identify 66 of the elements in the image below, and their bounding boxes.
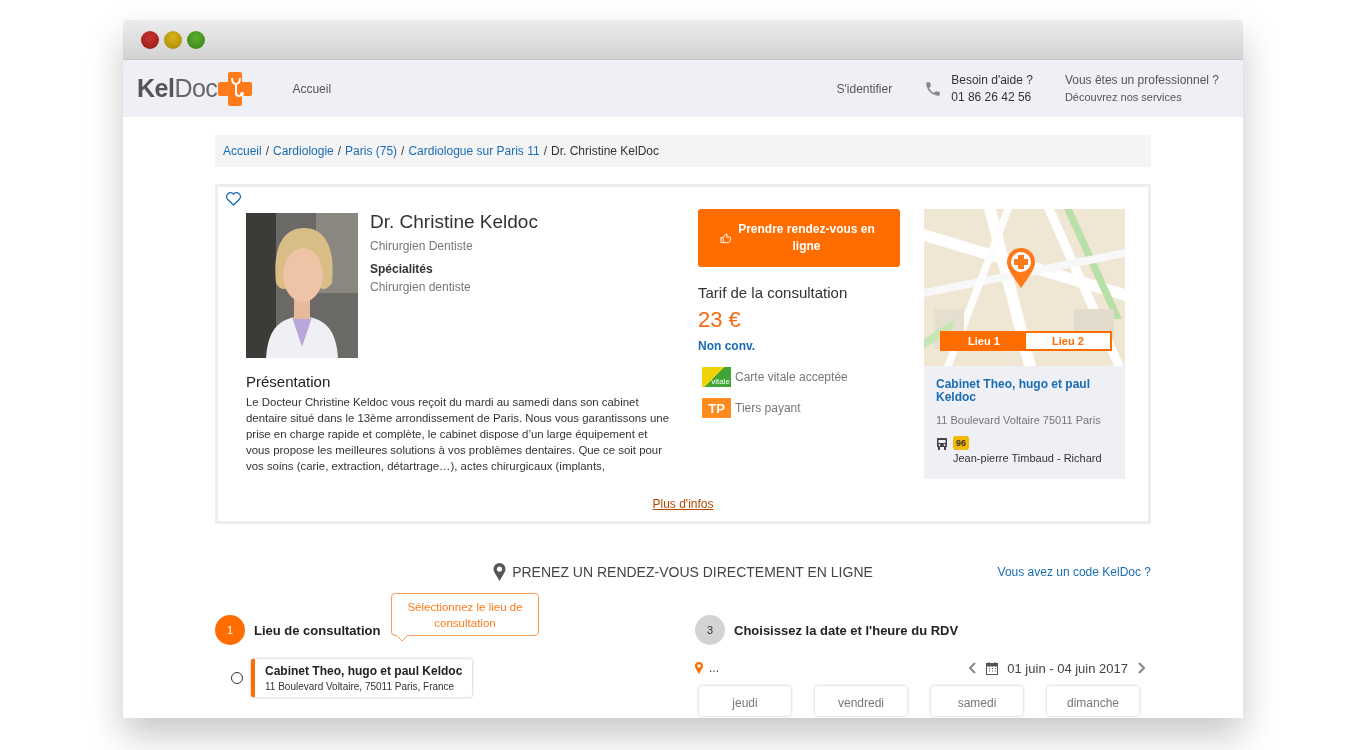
breadcrumb-link[interactable]: Cardiologie xyxy=(273,144,334,158)
thumb-icon xyxy=(720,232,732,244)
minimize-button[interactable] xyxy=(164,30,182,49)
specialty: Chirurgien dentiste xyxy=(370,280,472,294)
breadcrumb-link[interactable]: Accueil xyxy=(223,144,262,158)
calendar-icon xyxy=(986,661,999,675)
presentation-title: Présentation xyxy=(246,373,332,390)
location-pin-icon xyxy=(695,662,703,674)
place-address: 11 Boulevard Voltaire, 75011 Paris, France xyxy=(265,681,456,692)
location-tab[interactable]: Lieu 1 xyxy=(942,333,1026,349)
doctor-title: Chirurgien Dentiste xyxy=(370,239,474,253)
step-title: Lieu de consultation xyxy=(254,622,381,638)
location-pin-icon xyxy=(493,563,507,581)
benefit-label: Tiers payant xyxy=(735,401,801,415)
day-column-header: vendredi xyxy=(815,686,907,716)
code-link[interactable]: Vous avez un code KelDoc ? xyxy=(997,565,1151,579)
breadcrumb-separator: / xyxy=(265,144,270,158)
step-title: Choisissez la date et l'heure du RDV xyxy=(734,622,959,638)
day-column-header: samedi xyxy=(931,686,1023,716)
next-icon[interactable] xyxy=(1137,662,1145,674)
day-column-header: dimanche xyxy=(1047,686,1139,716)
bus-icon xyxy=(936,436,948,450)
step-number: 3 xyxy=(695,615,725,645)
breadcrumb-link[interactable]: Cardiologue sur Paris 11 xyxy=(408,144,540,158)
presentation-text: Le Docteur Christine Keldoc vous reçoit du mardi au samedi dans son cabinet dentaire situé dans le 13ème arrondissement de Paris. Nous vous garantissons une prise en charge rapide et complète, le cabinet dispose d’un large équipement et vous propose les meilleures solutions à vos problèmes dentaires. Que ce soit pour vos soins (carie, extraction, détartrage…), actes chirurgicaux (implants, xyxy=(246,395,670,474)
location-name[interactable]: Cabinet Theo, hugo et paul Keldoc xyxy=(936,378,1117,404)
breadcrumb-current: Dr. Christine KelDoc xyxy=(550,144,659,158)
map-pin-icon xyxy=(1006,247,1036,289)
fee-label: Tarif de la consultation xyxy=(698,284,849,301)
specialties-label: Spécialités xyxy=(370,262,434,276)
place-name: Cabinet Theo, hugo et paul Keldoc xyxy=(265,664,463,678)
login-link[interactable]: S'identifier xyxy=(836,81,893,96)
date-range: 01 juin - 04 juin 2017 xyxy=(1007,660,1128,676)
vitale-card-badge: vitale xyxy=(702,367,731,387)
previous-icon[interactable] xyxy=(969,662,978,674)
breadcrumb-separator: / xyxy=(401,144,405,158)
location-address: 11 Boulevard Voltaire 75011 Paris xyxy=(936,414,1102,426)
step-number: 1 xyxy=(215,615,245,645)
help-title: Besoin d'aide ? xyxy=(951,71,1033,89)
tooltip: Sélectionnez le lieu de consultation xyxy=(391,593,539,636)
convention-status: Non conv. xyxy=(698,339,757,353)
brand-logo: KelDoc xyxy=(137,74,218,103)
phone-number: 01 86 26 42 56 xyxy=(951,88,1033,106)
bus-stop-name: Jean-pierre Timbaud - Richard xyxy=(953,452,1103,464)
benefit-label: Carte vitale acceptée xyxy=(735,370,848,384)
more-info-link[interactable]: Plus d'infos xyxy=(652,497,714,511)
section-heading: PRENEZ UN RENDEZ-VOUS DIRECTEMENT EN LIGNE xyxy=(512,564,873,580)
heart-icon[interactable] xyxy=(225,191,242,206)
breadcrumb-separator: / xyxy=(337,144,342,158)
booking-button[interactable]: Prendre rendez-vous en ligne xyxy=(698,209,900,267)
location-text: ... xyxy=(709,661,719,675)
nav-link[interactable]: Accueil xyxy=(292,81,332,96)
pro-title[interactable]: Vous êtes un professionnel ? xyxy=(1064,71,1219,89)
breadcrumb-link[interactable]: Paris (75) xyxy=(345,144,398,158)
fee-amount: 23 € xyxy=(698,307,742,333)
tooltip-arrow-icon xyxy=(396,635,408,642)
pro-link[interactable]: Découvrez nos services xyxy=(1064,88,1219,106)
close-button[interactable] xyxy=(141,30,159,49)
bus-line-badge: 96 xyxy=(953,436,969,450)
tp-badge: TP xyxy=(702,398,731,418)
place-card[interactable]: Cabinet Theo, hugo et paul Keldoc 11 Boulevard Voltaire, 75011 Paris, France xyxy=(251,659,473,697)
zoom-button[interactable] xyxy=(187,30,205,49)
phone-icon xyxy=(924,79,943,98)
day-column-header: jeudi xyxy=(699,686,791,716)
breadcrumb-separator: / xyxy=(543,144,547,158)
doctor-name: Dr. Christine Keldoc xyxy=(370,211,538,233)
